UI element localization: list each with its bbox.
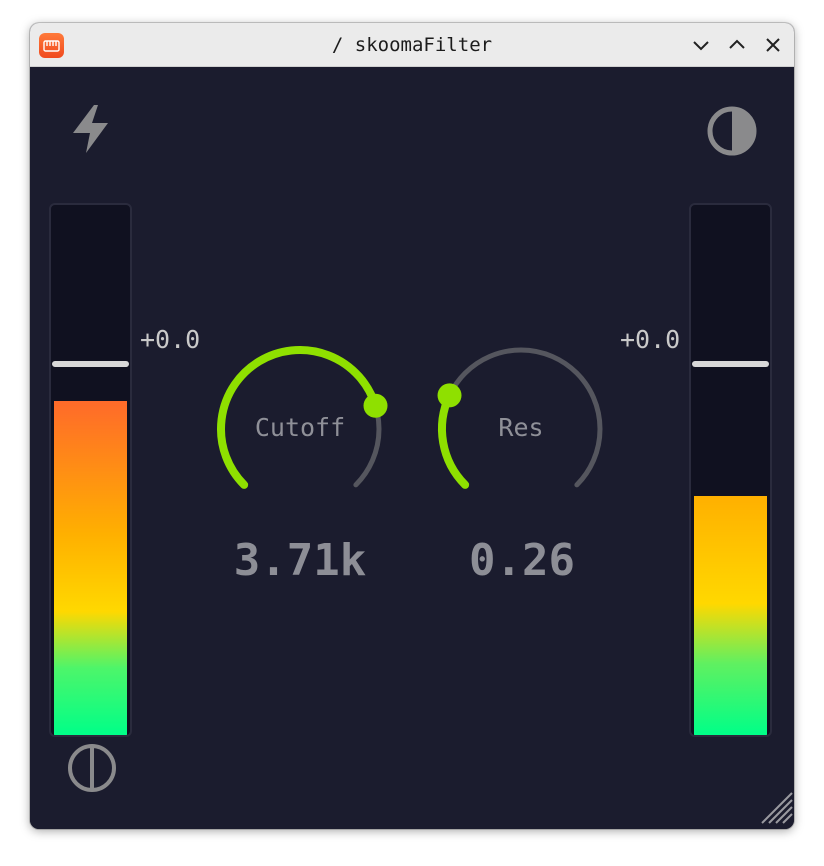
bypass-button[interactable] (68, 103, 116, 159)
cutoff-knob[interactable]: Cutoff (200, 329, 400, 529)
minimize-icon (693, 41, 709, 51)
output-level-bar (694, 496, 767, 735)
close-button[interactable] (761, 33, 785, 57)
window-title: / skoomaFilter (331, 34, 493, 56)
res-value: 0.26 (469, 535, 575, 586)
maximize-icon (729, 39, 745, 49)
maximize-button[interactable] (725, 33, 749, 57)
cutoff-value: 3.71k (233, 535, 367, 586)
resize-grip-icon (761, 792, 793, 824)
output-gain-handle[interactable] (692, 361, 769, 367)
title-bar[interactable]: / skoomaFilter (30, 23, 794, 67)
phase-invert-icon (68, 744, 116, 792)
theme-toggle-button[interactable] (706, 105, 758, 161)
contrast-icon (707, 106, 757, 156)
output-gain-value: +0.0 (620, 325, 681, 354)
res-knob-handle[interactable] (437, 383, 462, 408)
lightning-bolt-icon (73, 105, 108, 153)
input-gain-handle[interactable] (52, 361, 129, 367)
res-knob[interactable]: Res (421, 329, 621, 529)
output-meter[interactable] (689, 203, 772, 737)
close-icon (766, 38, 780, 52)
res-knob-label: Res (498, 413, 544, 442)
resize-grip[interactable] (756, 787, 794, 829)
input-gain-value: +0.0 (140, 325, 201, 354)
phase-invert-button[interactable] (66, 742, 118, 798)
plugin-window: / skoomaFilter +0.0 +0.0 Cutoff 3.71k Re… (30, 23, 794, 829)
input-meter[interactable] (49, 203, 132, 737)
input-level-bar (54, 401, 127, 735)
minimize-button[interactable] (689, 33, 713, 57)
cutoff-knob-label: Cutoff (254, 413, 346, 442)
plugin-panel: +0.0 +0.0 Cutoff 3.71k Res 0.26 (30, 67, 794, 829)
